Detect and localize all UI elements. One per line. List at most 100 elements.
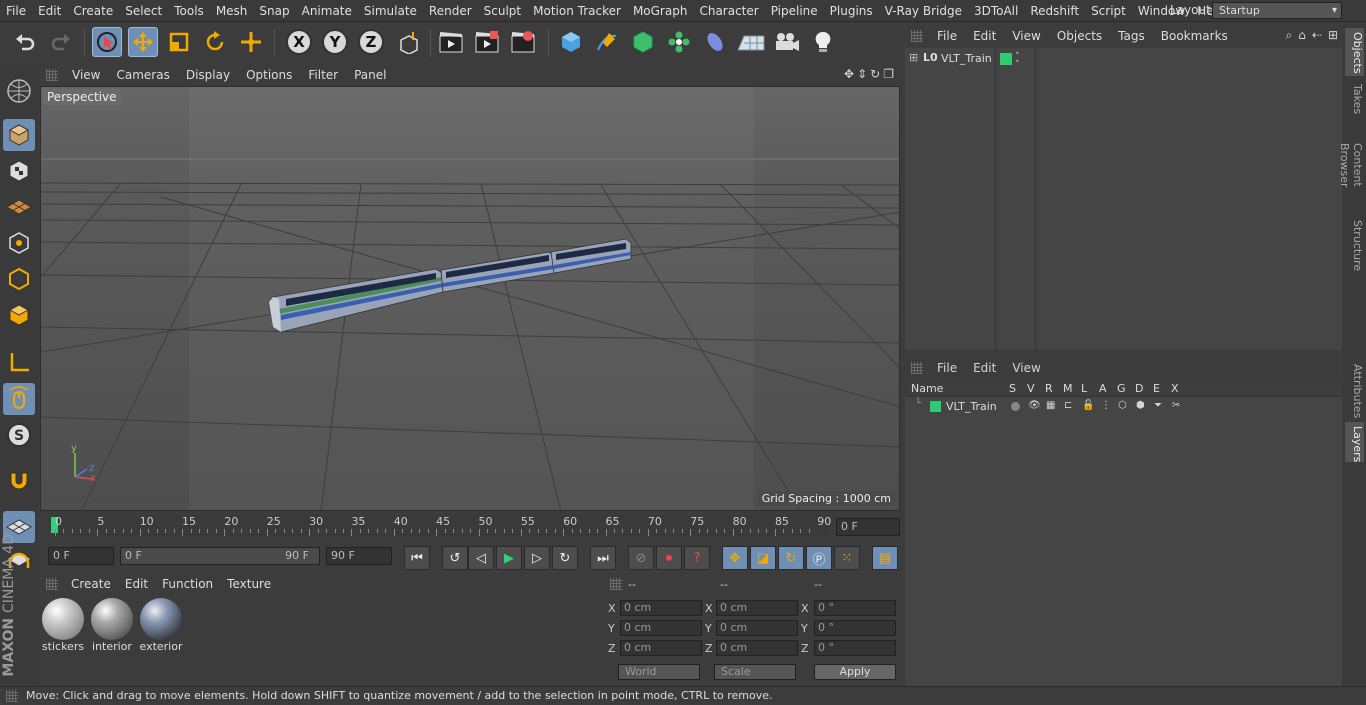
pen-spline-icon[interactable] [592,27,622,57]
live-selection-icon[interactable] [92,27,122,57]
objects-menu-objects[interactable]: Objects [1049,29,1110,43]
column-render[interactable]: R [1045,382,1053,396]
material-menu-edit[interactable]: Edit [118,577,155,591]
layout-dropdown[interactable]: Startup [1212,2,1342,19]
tab-content-browser[interactable]: Content Browser [1338,120,1364,210]
undo-icon[interactable] [10,27,40,57]
previous-key-icon[interactable]: ↺ [442,546,468,570]
layers-menu-file[interactable]: File [929,361,965,375]
make-editable-icon[interactable] [3,75,35,107]
menu-motion-tracker[interactable]: Motion Tracker [527,4,627,18]
cube-primitive-icon[interactable] [556,27,586,57]
pan-view-icon[interactable]: ✥ [844,67,854,81]
size-z-field[interactable]: 0 cm [716,640,798,656]
layer-color-swatch[interactable] [930,401,941,412]
scale-tool-icon[interactable] [164,27,194,57]
rotation-h-field[interactable]: 0 ° [814,600,896,616]
model-mode-icon[interactable] [3,119,35,151]
rotation-b-field[interactable]: 0 ° [814,640,896,656]
material-menu-create[interactable]: Create [64,577,118,591]
view-eye-icon[interactable]: 👁 [1028,400,1041,411]
coordinate-system-icon[interactable] [394,27,424,57]
light-icon[interactable] [808,27,838,57]
points-mode-icon[interactable] [3,227,35,259]
position-z-field[interactable]: 0 cm [620,640,702,656]
drag-grip-icon[interactable] [610,578,622,590]
column-locked[interactable]: L [1081,382,1087,396]
workplane-mode-icon[interactable] [3,191,35,223]
expand-icon[interactable]: ⊞ [909,51,918,64]
position-x-field[interactable]: 0 cm [620,600,702,616]
position-y-field[interactable]: 0 cm [620,620,702,636]
drag-grip-icon[interactable] [46,578,58,590]
drag-grip-icon[interactable] [911,362,923,374]
material-menu-function[interactable]: Function [155,577,220,591]
tab-attributes[interactable]: Attributes [1345,360,1364,418]
back-icon[interactable]: ⇠ [1312,28,1322,43]
column-expressions[interactable]: E [1153,382,1160,396]
solo-mode-icon[interactable]: S [3,419,35,451]
object-name[interactable]: VLT_Train [941,52,992,65]
solo-toggle-icon[interactable] [1011,402,1020,411]
rotate-view-icon[interactable]: ↻ [870,67,880,81]
menu-animate[interactable]: Animate [296,4,358,18]
polygons-mode-icon[interactable] [3,299,35,331]
maximize-view-icon[interactable]: ❐ [883,67,894,81]
objects-menu-file[interactable]: File [929,29,965,43]
objects-menu-tags[interactable]: Tags [1110,29,1153,43]
timeline-window-icon[interactable]: ▤ [872,546,898,570]
column-solo[interactable]: S [1009,382,1016,396]
drag-grip-icon[interactable] [911,30,923,42]
render-settings-icon[interactable] [508,27,538,57]
viewport-menu-view[interactable]: View [64,68,108,82]
record-parameter-icon[interactable]: Ⓟ [806,546,832,570]
viewport-menu-display[interactable]: Display [178,68,238,82]
new-window-icon[interactable]: ⊞ [1328,28,1338,43]
visibility-dots-icon[interactable]: • • [1015,50,1020,66]
layers-menu-view[interactable]: View [1004,361,1048,375]
record-point-level-icon[interactable]: ⁙ [834,546,860,570]
apply-button[interactable]: Apply [814,664,896,680]
search-icon[interactable]: ⌕ [1286,28,1293,43]
rotation-p-field[interactable]: 0 ° [814,620,896,636]
timeline-track[interactable]: 0 5 10 15 20 25 30 35 40 45 50 55 60 65 70 75 80 85 90 [48,515,831,537]
home-icon[interactable]: ⌂ [1298,28,1306,43]
tab-takes[interactable]: Takes [1345,80,1364,116]
y-axis-lock-button[interactable]: Y [322,29,348,55]
layer-row[interactable]: └ VLT_Train 👁 ▦ ⊏ 🔓 ⋮ ⬡ ⬢ ⏷ ✂ [905,398,1342,416]
cloner-icon[interactable] [664,27,694,57]
axis-mode-icon[interactable] [3,347,35,379]
tab-structure[interactable]: Structure [1345,216,1364,272]
render-to-picture-viewer-icon[interactable] [472,27,502,57]
menu-create[interactable]: Create [67,4,119,18]
manager-tree-icon[interactable]: ⊏ [1064,400,1072,411]
tab-layers[interactable]: Layers [1345,422,1364,462]
menu-tools[interactable]: Tools [168,4,210,18]
column-xref[interactable]: X [1171,382,1179,396]
render-clapper-icon[interactable]: ▦ [1046,400,1055,411]
render-view-icon[interactable] [436,27,466,57]
menu-edit[interactable]: Edit [32,4,67,18]
menu-snap[interactable]: Snap [253,4,295,18]
frame-range-slider[interactable]: 0 F 90 F [120,547,320,565]
transform-mode-dropdown[interactable]: Scale [714,664,796,680]
material-interior[interactable]: interior [90,598,134,656]
animation-icon[interactable]: ⋮ [1101,400,1111,411]
current-frame-field[interactable]: 0 F [836,518,900,536]
menu-script[interactable]: Script [1085,4,1132,18]
deformer-toggle-icon[interactable]: ⬢ [1136,400,1145,411]
edges-mode-icon[interactable] [3,263,35,295]
tweak-mode-icon[interactable] [3,383,35,415]
keyframe-selection-icon[interactable]: ? [684,546,710,570]
timeline-ruler[interactable]: 0 5 10 15 20 25 30 35 40 45 50 55 60 65 70 75 80 85 90 0 F [40,512,902,542]
column-manager[interactable]: M [1063,382,1073,396]
drag-grip-icon[interactable] [46,69,58,81]
column-deformers[interactable]: D [1135,382,1143,396]
drag-grip-icon[interactable] [6,690,18,702]
auto-keying-icon[interactable]: ⏺ [656,546,682,570]
go-to-start-icon[interactable]: ⏮ [404,546,430,570]
layer-name[interactable]: VLT_Train [946,400,997,413]
viewport-menu-filter[interactable]: Filter [300,68,346,82]
record-scale-icon[interactable]: ◪ [750,546,776,570]
objects-menu-view[interactable]: View [1004,29,1048,43]
